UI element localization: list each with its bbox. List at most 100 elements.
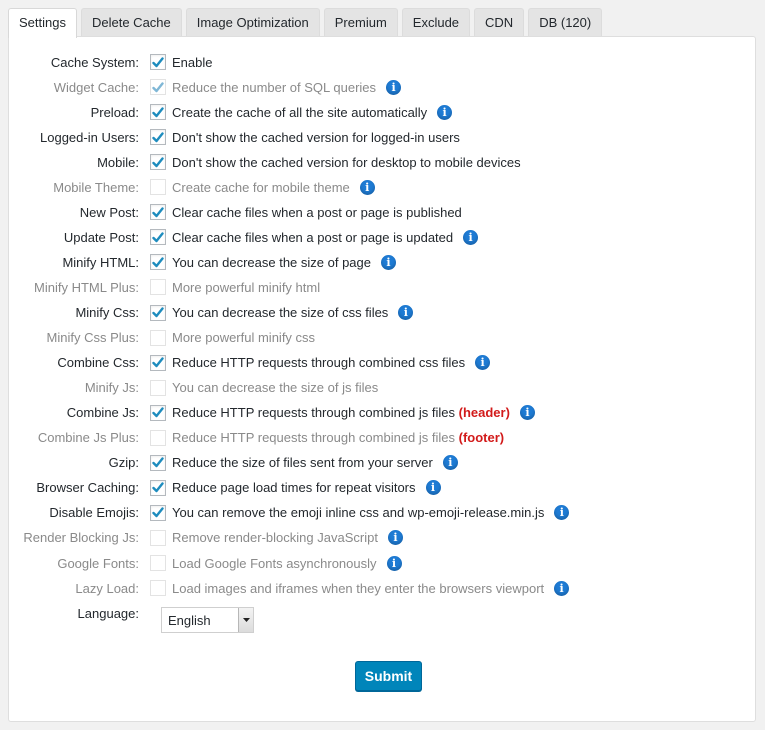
tab-premium[interactable]: Premium	[323, 8, 398, 36]
info-icon[interactable]: i	[437, 104, 453, 120]
info-icon[interactable]: i	[381, 254, 396, 270]
setting-description: Reduce HTTP requests through combined js…	[172, 430, 504, 445]
setting-label: Mobile Theme:	[53, 179, 139, 195]
setting-checkbox[interactable]	[150, 454, 166, 471]
setting-checkbox[interactable]	[150, 204, 166, 221]
setting-description: Remove render-blocking JavaScript	[172, 530, 378, 545]
setting-label: Disable Emojis:	[49, 505, 139, 521]
tab-settings[interactable]: Settings	[8, 8, 77, 38]
setting-label: Mobile:	[97, 154, 139, 170]
setting-description-text: Load Google Fonts asynchronously	[172, 555, 377, 571]
info-icon[interactable]: i	[386, 79, 402, 95]
setting-description-text: You can decrease the size of css files	[172, 305, 389, 320]
setting-row: Browser Caching: Reduce page load times f…	[9, 476, 441, 500]
setting-description: Don't show the cached version for deskto…	[172, 155, 521, 170]
tab-cdn[interactable]: CDN	[474, 8, 525, 36]
language-select[interactable]: English	[161, 607, 254, 633]
setting-highlight: (header)	[458, 405, 510, 421]
setting-description-text: Reduce HTTP requests through combined js…	[172, 405, 456, 421]
info-icon[interactable]: i	[519, 405, 535, 421]
setting-checkbox[interactable]	[150, 229, 166, 246]
submit-button[interactable]: Submit	[355, 661, 422, 691]
setting-checkbox[interactable]	[150, 580, 166, 597]
setting-row: Minify Css: You can decrease the size of …	[9, 301, 414, 325]
setting-description: Create cache for mobile theme	[172, 180, 350, 195]
info-icon[interactable]: i	[554, 580, 570, 596]
checkmark-icon	[152, 207, 164, 217]
setting-checkbox[interactable]	[150, 104, 166, 121]
setting-description: Don't show the cached version for logged…	[172, 130, 460, 145]
chevron-down-icon[interactable]	[238, 608, 253, 632]
setting-checkbox[interactable]	[150, 504, 166, 521]
setting-row: Render Blocking Js: Remove render-blockin…	[9, 526, 403, 550]
info-icon[interactable]: i	[475, 355, 491, 371]
setting-checkbox[interactable]	[150, 329, 166, 346]
setting-label: Minify HTML:	[62, 254, 139, 270]
setting-checkbox[interactable]	[150, 154, 166, 171]
checkmark-icon	[152, 407, 164, 418]
setting-checkbox[interactable]	[150, 129, 166, 146]
info-icon[interactable]: i	[386, 555, 402, 571]
setting-description-text: Reduce HTTP requests through combined cs…	[172, 355, 466, 371]
setting-row: Combine Js Plus: Reduce HTTP requests thr…	[9, 426, 504, 450]
setting-checkbox[interactable]	[150, 479, 166, 496]
setting-description-text: Reduce page load times for repeat visito…	[172, 480, 416, 496]
tab-db[interactable]: DB (120)	[528, 8, 603, 36]
tab-delete-cache[interactable]: Delete Cache	[80, 8, 182, 36]
setting-row: Minify Css Plus: More powerful minify css	[9, 326, 315, 350]
checkmark-icon	[152, 81, 164, 92]
setting-description: You can decrease the size of page	[172, 255, 371, 270]
checkmark-icon	[152, 106, 164, 117]
info-icon[interactable]: i	[425, 480, 441, 496]
setting-checkbox[interactable]	[150, 354, 166, 371]
setting-checkbox[interactable]	[150, 304, 166, 321]
setting-description-text: Reduce HTTP requests through combined js…	[172, 430, 456, 446]
checkmark-icon	[152, 131, 164, 142]
setting-row: Logged-in Users: Don't show the cached ve…	[9, 125, 460, 149]
setting-description-text: Reduce the size of files sent from your …	[172, 455, 433, 471]
setting-label: Combine Css:	[57, 355, 139, 371]
setting-checkbox[interactable]	[150, 379, 166, 396]
setting-description-text: Load images and iframes when they enter …	[172, 580, 545, 596]
setting-checkbox[interactable]	[150, 254, 166, 271]
setting-label: New Post:	[79, 204, 139, 220]
setting-description: You can decrease the size of css files	[172, 305, 388, 320]
tab-image-optimization[interactable]: Image Optimization	[185, 8, 320, 36]
setting-row: New Post: Clear cache files when a post o…	[9, 200, 462, 224]
setting-description-text: You can decrease the size of js files	[172, 380, 379, 396]
info-icon[interactable]: i	[359, 179, 375, 195]
info-icon[interactable]: i	[554, 505, 570, 521]
setting-checkbox[interactable]	[150, 555, 166, 571]
setting-row: Preload: Create the cache of all the site…	[9, 100, 453, 124]
info-icon[interactable]: i	[463, 229, 479, 245]
setting-label: Minify Css:	[75, 305, 139, 320]
setting-checkbox[interactable]	[150, 404, 166, 421]
setting-checkbox[interactable]	[150, 79, 166, 96]
tab-exclude[interactable]: Exclude	[401, 8, 471, 36]
setting-checkbox[interactable]	[150, 529, 166, 546]
setting-highlight: (footer)	[458, 430, 505, 446]
setting-description: Reduce page load times for repeat visito…	[172, 480, 416, 495]
tab-bar: Settings Delete Cache Image Optimization…	[8, 8, 606, 38]
setting-row: Minify Js: You can decrease the size of j…	[9, 376, 378, 400]
setting-label: Logged-in Users:	[40, 129, 139, 145]
info-icon[interactable]: i	[442, 455, 458, 471]
setting-description: You can remove the emoji inline css and …	[172, 505, 544, 520]
setting-label: Lazy Load:	[75, 580, 139, 596]
setting-checkbox[interactable]	[150, 179, 166, 196]
setting-label: Widget Cache:	[53, 79, 139, 95]
setting-row: Disable Emojis: You can remove the emoji …	[9, 501, 570, 525]
setting-label: Minify Js:	[84, 380, 139, 396]
setting-description-text: More powerful minify css	[172, 330, 316, 346]
setting-row: Combine Css: Reduce HTTP requests through…	[9, 351, 491, 375]
setting-description-text: You can decrease the size of page	[172, 254, 371, 270]
settings-panel: Cache System: Enable Widget Cache: Reduce t…	[8, 36, 756, 722]
setting-description-text: You can remove the emoji inline css and …	[172, 505, 545, 521]
setting-checkbox[interactable]	[150, 429, 166, 446]
setting-checkbox[interactable]	[150, 54, 166, 70]
info-icon[interactable]: i	[398, 305, 414, 320]
setting-checkbox[interactable]	[150, 279, 166, 296]
setting-row: Minify HTML Plus: More powerful minify ht…	[9, 275, 320, 299]
info-icon[interactable]: i	[387, 530, 403, 546]
setting-label: Minify HTML Plus:	[34, 279, 139, 295]
